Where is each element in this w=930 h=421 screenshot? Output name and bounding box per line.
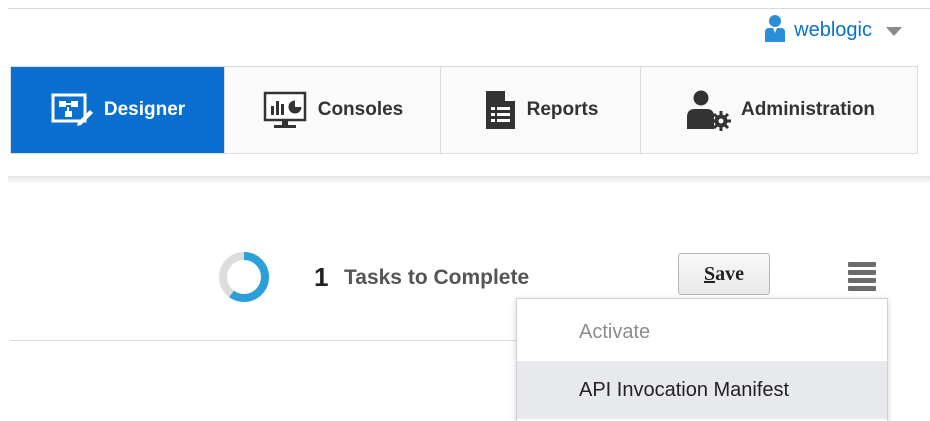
nav-tab-administration[interactable]: Administration [641,67,917,153]
user-name: weblogic [794,18,872,41]
nav-tab-label: Administration [740,99,876,120]
task-progress-ring [218,251,270,303]
save-button-mnemonic: S [703,262,716,285]
task-count[interactable]: 1 [314,262,328,293]
designer-icon [50,92,94,128]
user-menu[interactable]: weblogic [762,14,902,46]
header-top-border [8,8,930,9]
header-shadow [8,176,930,184]
actions-dropdown-menu: Activate API Invocation Manifest [516,298,888,421]
menu-item-activate: Activate [579,320,651,343]
consoles-icon [262,90,308,130]
content-divider [10,340,516,341]
main-nav: Designer Consoles Reports Administration [10,66,918,154]
tasks-to-complete-label[interactable]: Tasks to Complete [344,266,529,290]
nav-tab-reports[interactable]: Reports [441,67,641,153]
nav-tab-label: Designer [103,99,186,120]
chevron-down-icon [886,26,902,36]
reports-icon [483,89,517,131]
nav-tab-designer[interactable]: Designer [11,67,225,153]
menu-icon[interactable] [848,262,876,292]
save-button[interactable]: Save [678,253,770,295]
header: weblogic Designer Consoles Reports Admin… [0,0,930,180]
save-button-label: ave [715,262,744,285]
nav-tab-consoles[interactable]: Consoles [225,67,441,153]
nav-tab-label: Reports [526,99,599,120]
nav-tab-label: Consoles [317,99,404,120]
menu-item-api-invocation-manifest[interactable]: API Invocation Manifest [517,361,887,419]
user-icon [762,13,788,48]
administration-icon [683,89,731,131]
